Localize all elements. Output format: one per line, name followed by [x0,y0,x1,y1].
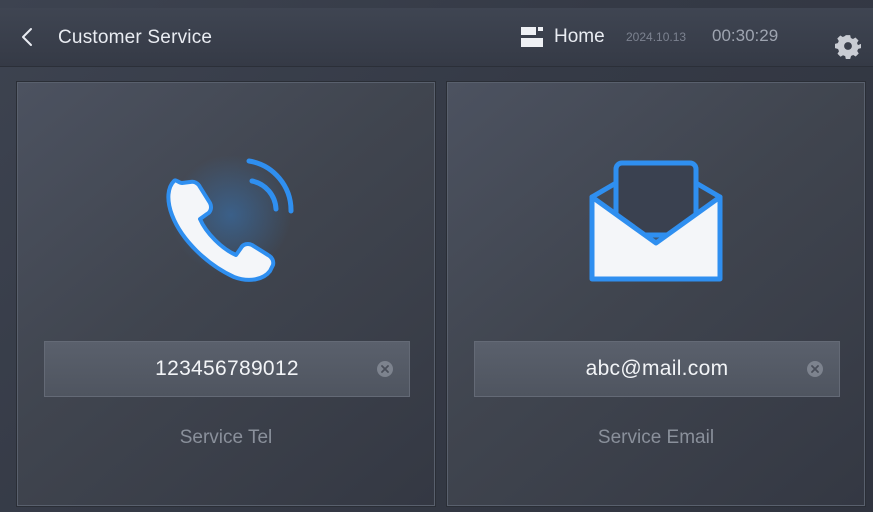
phone-call-icon [166,155,294,282]
home-button[interactable]: Home [520,22,605,52]
service-email-caption: Service Email [597,427,715,448]
back-button[interactable] [16,22,38,52]
envelope-icon [589,160,723,282]
service-tel-value: 123456789012 [155,357,299,380]
customer-service-screen: Customer Service Home 2024.10.13 00:30:2… [0,0,873,512]
service-tel-field[interactable]: 123456789012 [44,341,410,397]
time-readout: 00:30:29 [712,26,779,45]
top-bar: Customer Service Home 2024.10.13 00:30:2… [0,8,873,67]
close-icon [381,365,389,373]
page-title: Customer Service [58,27,213,48]
date-readout: 2024.10.13 [626,30,687,44]
service-email-field[interactable]: abc@mail.com [474,341,840,397]
service-tel-card: 123456789012 Service Tel [17,82,435,506]
service-email-card: abc@mail.com Service Email [447,82,865,506]
gear-icon[interactable] [835,33,861,59]
clear-email-button[interactable] [807,361,823,377]
service-tel-caption: Service Tel [179,427,273,448]
service-email-value: abc@mail.com [585,357,729,380]
close-icon [811,365,819,373]
back-chevron-icon [22,28,32,46]
clear-tel-button[interactable] [377,361,393,377]
home-icon [521,27,543,47]
home-label: Home [554,26,605,47]
